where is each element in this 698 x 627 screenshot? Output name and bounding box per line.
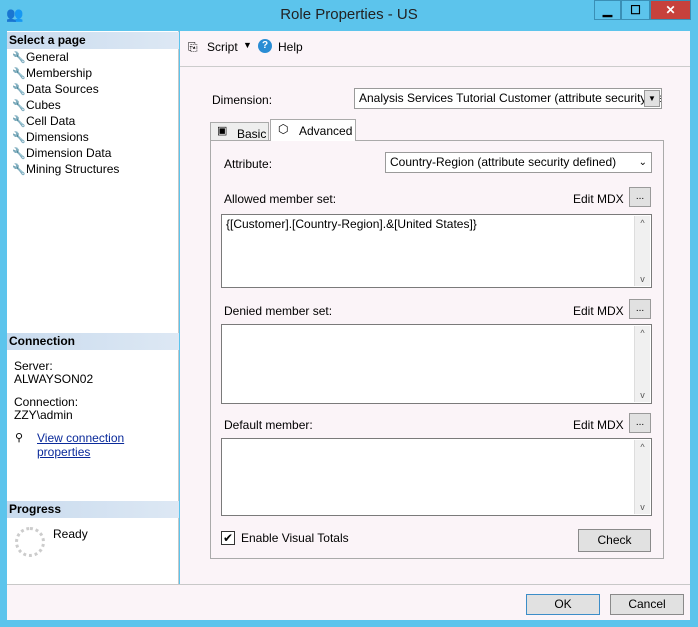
sidebar-item-label: Mining Structures [26, 162, 120, 176]
basic-tab-icon: ▣ [217, 125, 228, 137]
server-label: Server: [14, 359, 53, 373]
script-button[interactable]: Script [207, 40, 238, 54]
sidebar-item-dimension-data[interactable]: 🔧Dimension Data [12, 145, 111, 161]
sidebar-item-general[interactable]: 🔧General [12, 49, 69, 65]
wrench-icon: 🔧 [12, 148, 26, 160]
sidebar-item-mining-structures[interactable]: 🔧Mining Structures [12, 161, 119, 177]
sidebar-item-dimensions[interactable]: 🔧Dimensions [12, 129, 89, 145]
help-button[interactable]: Help [278, 40, 303, 54]
close-button[interactable]: ✕ [650, 0, 691, 20]
sidebar-item-label: Dimensions [26, 130, 89, 144]
sidebar-item-label: Dimension Data [26, 146, 112, 160]
default-member-label: Default member: [224, 418, 313, 432]
sidebar-item-label: Membership [26, 66, 93, 80]
minimize-button[interactable]: ▁ [594, 0, 621, 20]
denied-member-set-label: Denied member set: [224, 304, 333, 318]
default-member-textarea[interactable]: ^ v [221, 438, 652, 516]
wrench-icon: 🔧 [12, 68, 26, 80]
enable-visual-totals-label: Enable Visual Totals [241, 531, 349, 545]
attribute-select[interactable]: Country-Region (attribute security defin… [385, 152, 652, 173]
denied-edit-mdx-label: Edit MDX [573, 304, 624, 318]
footer: OK Cancel [7, 584, 690, 620]
allowed-member-set-textarea[interactable]: {[Customer].[Country-Region].&[United St… [221, 214, 652, 288]
connection-header: Connection [7, 333, 179, 350]
cancel-button[interactable]: Cancel [610, 594, 684, 615]
server-value: ALWAYSON02 [14, 372, 94, 386]
tab-basic-label: Basic [237, 127, 267, 141]
enable-visual-totals-checkbox[interactable]: ✔ [221, 531, 235, 545]
scrollbar[interactable]: ^ v [634, 440, 650, 514]
select-page-header: Select a page [7, 32, 179, 49]
progress-header: Progress [7, 501, 179, 518]
allowed-edit-mdx-label: Edit MDX [573, 192, 624, 206]
advanced-tab-panel: Attribute: Country-Region (attribute sec… [210, 140, 664, 559]
connection-value: ZZY\admin [14, 408, 73, 422]
scrollbar[interactable]: ^ v [634, 326, 650, 402]
wrench-icon: 🔧 [12, 132, 26, 144]
allowed-member-set-value: {[Customer].[Country-Region].&[United St… [226, 217, 477, 231]
progress-spinner-icon [15, 527, 45, 557]
maximize-button[interactable]: ☐ [621, 0, 650, 20]
scrollbar[interactable]: ^ v [634, 216, 650, 286]
view-connection-properties-link[interactable]: View connection properties [37, 431, 178, 459]
dimension-select[interactable]: Analysis Services Tutorial Customer (att… [354, 88, 662, 109]
sidebar-item-label: Data Sources [26, 82, 99, 96]
tab-advanced-label: Advanced [299, 124, 353, 138]
progress-status: Ready [53, 527, 88, 541]
sidebar-item-cubes[interactable]: 🔧Cubes [12, 97, 61, 113]
chevron-down-icon[interactable]: ⌄ [639, 153, 647, 172]
wrench-icon: 🔧 [12, 116, 26, 128]
dimension-value: Analysis Services Tutorial Customer (att… [359, 91, 662, 105]
sidebar-item-label: Cell Data [26, 114, 76, 128]
script-icon: ⎘ [188, 40, 198, 54]
dimension-label: Dimension: [212, 93, 273, 107]
default-edit-mdx-label: Edit MDX [573, 418, 624, 432]
allowed-edit-mdx-button[interactable]: ... [629, 187, 651, 207]
wrench-icon: 🔧 [12, 52, 26, 64]
help-icon: ? [258, 39, 272, 53]
sidebar-item-data-sources[interactable]: 🔧Data Sources [12, 81, 99, 97]
advanced-tab-icon: ⬡ [278, 122, 289, 136]
allowed-member-set-label: Allowed member set: [224, 192, 337, 206]
left-panel: Select a page 🔧General 🔧Membership 🔧Data S… [7, 31, 179, 584]
check-button[interactable]: Check [578, 529, 651, 552]
denied-member-set-textarea[interactable]: ^ v [221, 324, 652, 404]
main-panel: ⎘ Script ▼ ? Help Dimension: Analysis Se… [180, 31, 690, 584]
wrench-icon: 🔧 [12, 100, 26, 112]
script-dropdown-icon[interactable]: ▼ [243, 40, 252, 50]
connection-icon: ⚲ [15, 432, 24, 444]
sidebar-item-cell-data[interactable]: 🔧Cell Data [12, 113, 75, 129]
wrench-icon: 🔧 [12, 84, 26, 96]
toolbar-divider [180, 66, 690, 67]
default-edit-mdx-button[interactable]: ... [629, 413, 651, 433]
denied-edit-mdx-button[interactable]: ... [629, 299, 651, 319]
sidebar-item-label: Cubes [26, 98, 61, 112]
ok-button[interactable]: OK [526, 594, 600, 615]
sidebar-item-label: General [26, 50, 69, 64]
attribute-value: Country-Region (attribute security defin… [390, 155, 617, 169]
wrench-icon: 🔧 [12, 164, 26, 176]
chevron-down-icon[interactable]: ▼ [644, 90, 660, 107]
sidebar-item-membership[interactable]: 🔧Membership [12, 65, 92, 81]
connection-label: Connection: [14, 395, 79, 409]
attribute-label: Attribute: [224, 157, 273, 171]
